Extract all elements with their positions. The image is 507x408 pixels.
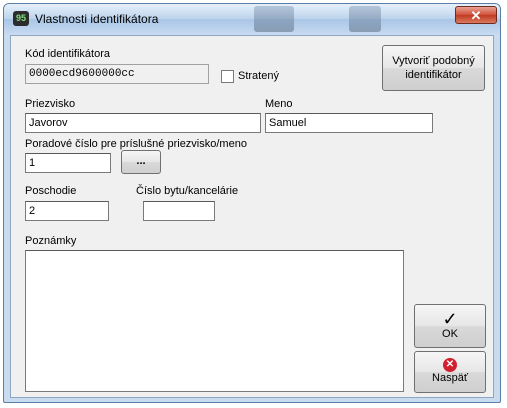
- order-input[interactable]: 1: [25, 153, 111, 173]
- notes-textarea[interactable]: [25, 250, 404, 392]
- close-button[interactable]: ✕: [455, 6, 497, 24]
- title-bar[interactable]: 95 Vlastnosti identifikátora ✕: [4, 4, 500, 34]
- checkmark-icon: ✓: [442, 309, 458, 329]
- notes-label: Poznámky: [25, 235, 77, 247]
- order-lookup-button[interactable]: ...: [121, 150, 161, 174]
- floor-label: Poschodie: [25, 185, 77, 197]
- window-title: Vlastnosti identifikátora: [35, 12, 159, 26]
- ok-button[interactable]: ✓ OK: [414, 304, 486, 348]
- background-decoration: [254, 6, 294, 32]
- surname-input[interactable]: Javorov: [25, 113, 261, 133]
- back-button[interactable]: ✕ Naspäť: [414, 351, 486, 393]
- name-input[interactable]: Samuel: [265, 113, 433, 133]
- ok-button-label: OK: [442, 328, 458, 340]
- floor-input[interactable]: 2: [25, 201, 109, 221]
- close-icon: ✕: [470, 8, 482, 23]
- code-label: Kód identifikátora: [25, 48, 110, 60]
- create-similar-button[interactable]: Vytvoriť podobný identifikátor: [382, 45, 485, 91]
- app-logo-icon: 95: [13, 11, 29, 26]
- lost-label: Stratený: [238, 70, 279, 82]
- dialog-body: Kód identifikátora 0000ecd9600000cc Stra…: [10, 35, 494, 398]
- order-label: Poradové číslo pre príslušné priezvisko/…: [25, 138, 247, 150]
- flat-input[interactable]: [143, 201, 215, 221]
- name-label: Meno: [265, 98, 293, 110]
- surname-label: Priezvisko: [25, 98, 76, 110]
- red-x-circle-icon: ✕: [443, 358, 457, 372]
- code-field[interactable]: 0000ecd9600000cc: [25, 64, 209, 84]
- background-decoration: [349, 6, 381, 32]
- flat-label: Číslo bytu/kancelárie: [136, 185, 239, 197]
- lost-checkbox[interactable]: [221, 70, 234, 83]
- dialog-window: 95 Vlastnosti identifikátora ✕ Kód ident…: [3, 3, 501, 403]
- back-button-label: Naspäť: [432, 372, 468, 384]
